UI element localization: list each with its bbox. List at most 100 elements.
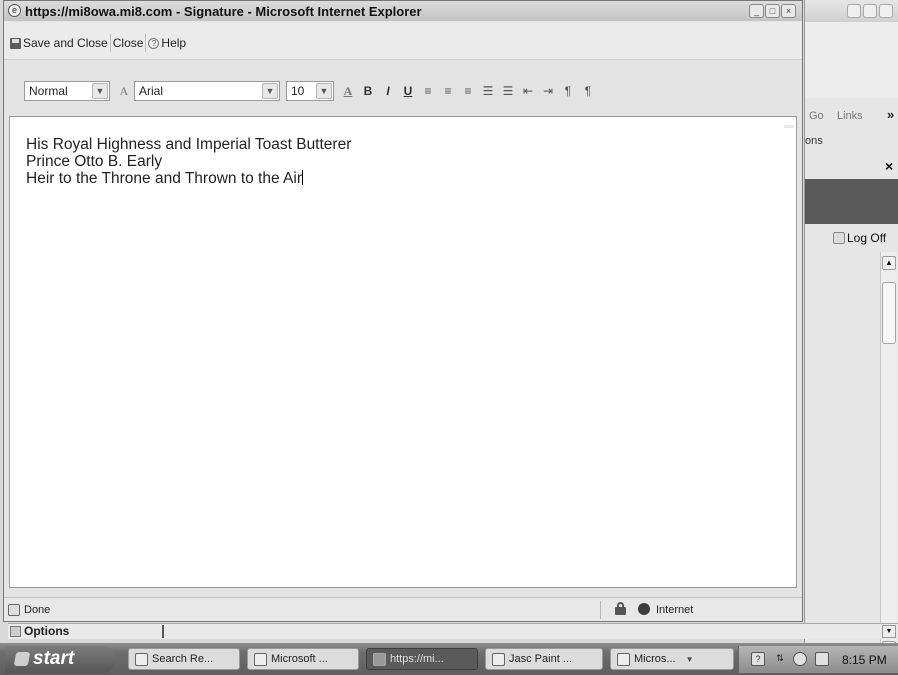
clock[interactable]: 8:15 PM <box>842 653 887 667</box>
maximize-icon[interactable]: □ <box>765 4 780 18</box>
background-links-bar: Go Links » <box>805 106 898 128</box>
signature-window: e https://mi8owa.mi8.com - Signature - M… <box>3 0 803 622</box>
ie-icon <box>373 652 386 666</box>
taskbar-item-label: Microsoft ... <box>271 653 328 665</box>
start-label: start <box>33 648 75 669</box>
lock-icon[interactable] <box>615 602 626 615</box>
go-button[interactable]: Go <box>809 110 824 122</box>
taskbar-item-jasc[interactable]: Jasc Paint ... <box>485 648 603 670</box>
options-label[interactable]: Options <box>24 624 69 638</box>
taskbar-item-microsoft[interactable]: Microsoft ... <box>247 648 359 670</box>
search-results-icon <box>135 652 148 666</box>
outlook-icon <box>617 652 630 666</box>
window-title: https://mi8owa.mi8.com - Signature - Mic… <box>25 4 422 19</box>
maximize-icon[interactable] <box>863 4 877 18</box>
font-icon: A <box>119 83 129 98</box>
decrease-indent-icon[interactable]: ⇤ <box>518 84 538 98</box>
font-family-select[interactable]: Arial ▼ <box>134 81 280 101</box>
increase-indent-icon[interactable]: ⇥ <box>538 84 558 98</box>
save-and-close-button[interactable]: Save and Close <box>8 34 111 52</box>
font-color-icon[interactable]: A <box>338 84 358 99</box>
left-to-right-icon[interactable]: ¶ <box>558 84 578 98</box>
right-to-left-icon[interactable]: ¶ <box>578 84 598 98</box>
signature-line: Prince Otto B. Early <box>26 153 163 170</box>
security-zone-label: Internet <box>656 604 694 616</box>
underline-icon[interactable]: U <box>398 84 418 98</box>
scroll-up-icon[interactable]: ▲ <box>882 256 896 270</box>
scroll-down-icon[interactable]: ▼ <box>882 625 896 638</box>
signature-line: Heir to the Throne and Thrown to the Air <box>26 170 351 187</box>
align-center-icon[interactable]: ≡ <box>438 84 458 98</box>
system-tray: ? ⇅ 8:15 PM <box>738 646 898 673</box>
options-strip: Options ▼ <box>8 623 898 639</box>
bold-icon[interactable]: B <box>358 84 378 98</box>
close-icon[interactable]: × <box>781 4 796 18</box>
signature-line: His Royal Highness and Imperial Toast Bu… <box>26 136 352 153</box>
paragraph-style-value: Normal <box>29 84 68 98</box>
help-icon[interactable]: ? <box>751 652 765 666</box>
save-and-close-label: Save and Close <box>23 36 108 50</box>
taskbar-item-label: https://mi... <box>390 653 444 665</box>
bulleted-list-icon[interactable]: ☰ <box>498 84 518 98</box>
tray-app-icon[interactable] <box>815 652 829 666</box>
ie-icon <box>254 652 267 666</box>
background-options-fragment: ons <box>805 135 823 147</box>
internet-zone-icon <box>638 603 650 615</box>
background-window-titlebar <box>805 0 898 22</box>
taskbar-item-outlook-group[interactable]: Micros... ▼ <box>610 648 734 670</box>
taskbar-item-search[interactable]: Search Re... <box>128 648 240 670</box>
background-scrollbar[interactable]: ▲ ▼ <box>880 252 897 652</box>
links-button[interactable]: Links <box>837 110 863 122</box>
formatting-controls: Normal ▼ A Arial ▼ 10 ▼ A B I U ≡ ≡ ≡ ☰ … <box>24 81 598 101</box>
taskbar: start Search Re... Microsoft ... https:/… <box>0 643 898 675</box>
window-controls: _ □ × <box>749 4 796 18</box>
status-bar: Done Internet <box>4 597 802 621</box>
signature-editor[interactable]: His Royal Highness and Imperial Toast Bu… <box>9 116 797 588</box>
status-text: Done <box>24 604 51 616</box>
editor-resize-handle <box>784 125 794 128</box>
page-done-icon <box>8 604 20 616</box>
network-icon[interactable]: ⇅ <box>773 652 787 666</box>
chevron-down-icon[interactable]: ▼ <box>92 83 108 99</box>
save-icon <box>10 37 21 49</box>
background-header-band <box>805 179 898 224</box>
align-left-icon[interactable]: ≡ <box>418 84 438 98</box>
align-right-icon[interactable]: ≡ <box>458 84 478 98</box>
chevron-down-icon[interactable]: ▼ <box>262 83 278 99</box>
options-divider <box>162 625 164 638</box>
options-icon <box>10 626 21 637</box>
scroll-thumb[interactable] <box>882 282 896 344</box>
signature-text[interactable]: His Royal Highness and Imperial Toast Bu… <box>26 136 351 187</box>
chevron-down-icon[interactable]: ▼ <box>316 83 332 99</box>
close-button[interactable]: Close <box>111 34 147 52</box>
log-off-button[interactable]: Log Off <box>833 228 898 248</box>
taskbar-item-label: Micros... <box>634 653 676 665</box>
help-button[interactable]: ? Help <box>146 34 188 52</box>
taskbar-item-label: Jasc Paint ... <box>509 653 572 665</box>
start-button[interactable]: start <box>5 646 115 673</box>
signature-line-text: Heir to the Throne and Thrown to the Air <box>26 170 303 187</box>
ie-page-icon: e <box>8 4 21 17</box>
toolbar-chevron-icon[interactable]: » <box>887 107 894 122</box>
taskbar-item-label: Search Re... <box>152 653 214 665</box>
command-buttons: Save and Close Close ? Help <box>8 34 188 52</box>
font-size-select[interactable]: 10 ▼ <box>286 81 334 101</box>
font-family-value: Arial <box>139 84 164 98</box>
title-bar[interactable]: e https://mi8owa.mi8.com - Signature - M… <box>4 1 802 21</box>
pane-close-icon[interactable]: × <box>885 158 893 174</box>
windows-flag-icon <box>13 652 31 666</box>
background-toolbar <box>805 22 898 98</box>
volume-icon[interactable] <box>793 652 807 666</box>
numbered-list-icon[interactable]: ☰ <box>478 84 498 98</box>
minimize-icon[interactable]: _ <box>749 4 764 18</box>
close-icon[interactable] <box>879 4 893 18</box>
paint-shop-icon <box>492 652 505 666</box>
taskbar-item-signature[interactable]: https://mi... <box>366 648 478 670</box>
paragraph-style-select[interactable]: Normal ▼ <box>24 81 110 101</box>
group-arrow-icon: ▼ <box>685 654 694 664</box>
minimize-icon[interactable] <box>847 4 861 18</box>
command-toolbar: Save and Close Close ? Help <box>4 22 802 60</box>
log-off-icon <box>833 232 845 244</box>
background-options-row: ons <box>805 132 898 152</box>
italic-icon[interactable]: I <box>378 84 398 98</box>
